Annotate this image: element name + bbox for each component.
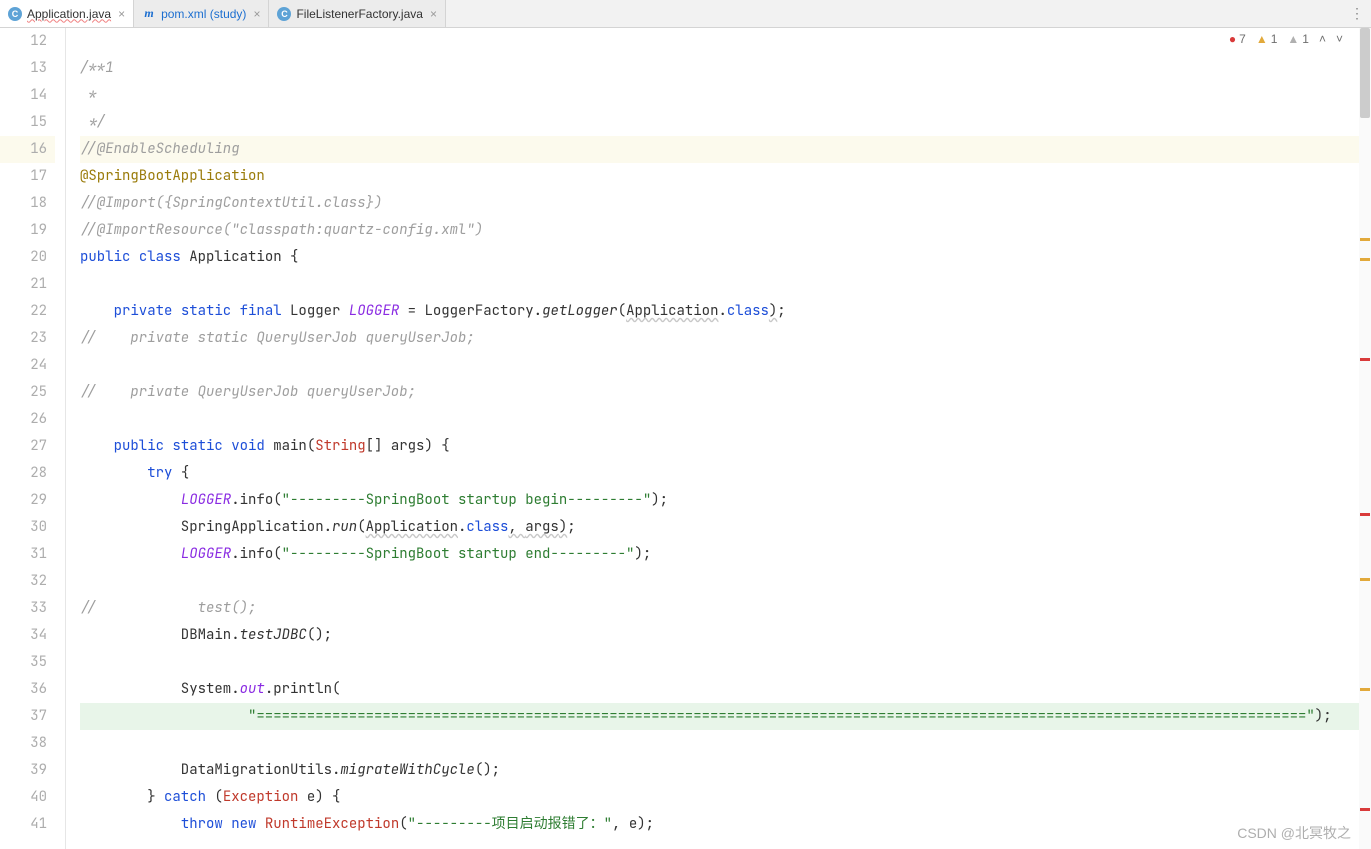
code-line[interactable] (80, 352, 1359, 379)
line-number[interactable]: 32 (0, 568, 55, 595)
code-editor[interactable]: 1213141516171819202122232425262728293031… (0, 28, 1359, 849)
line-number[interactable]: 27 (0, 433, 55, 460)
line-number[interactable]: 39 (0, 757, 55, 784)
line-number[interactable]: 18 (0, 190, 55, 217)
vertical-scrollbar[interactable] (1359, 28, 1371, 849)
code-line[interactable]: public class Application { (80, 244, 1359, 271)
line-number[interactable]: 14 (0, 82, 55, 109)
code-line[interactable]: //@ImportResource("classpath:quartz-conf… (80, 217, 1359, 244)
line-number[interactable]: 15 (0, 109, 55, 136)
line-number[interactable]: 17 (0, 163, 55, 190)
code-line[interactable]: * (80, 82, 1359, 109)
line-number[interactable]: 13 (0, 55, 55, 82)
code-line[interactable]: public static void main(String[] args) { (80, 433, 1359, 460)
line-number[interactable]: 24 (0, 352, 55, 379)
line-number[interactable]: 31 (0, 541, 55, 568)
java-class-icon: C (277, 7, 291, 21)
watermark-text: CSDN @北冥牧之 (1237, 823, 1351, 843)
close-icon[interactable]: × (253, 7, 260, 21)
line-number[interactable]: 26 (0, 406, 55, 433)
scrollbar-mark[interactable] (1360, 513, 1370, 516)
code-line[interactable] (80, 730, 1359, 757)
line-number[interactable]: 19 (0, 217, 55, 244)
scrollbar-mark[interactable] (1360, 358, 1370, 361)
line-number[interactable]: 25 (0, 379, 55, 406)
code-line[interactable]: private static final Logger LOGGER = Log… (80, 298, 1359, 325)
code-line[interactable]: /**1 (80, 55, 1359, 82)
code-line[interactable]: // test(); (80, 595, 1359, 622)
tabbar-menu-button[interactable]: ⋮ (1343, 0, 1371, 27)
line-number[interactable]: 35 (0, 649, 55, 676)
code-line[interactable]: } catch (Exception e) { (80, 784, 1359, 811)
line-number[interactable]: 40 (0, 784, 55, 811)
maven-icon: m (142, 7, 156, 21)
editor-tab-1[interactable]: m pom.xml (study) × (134, 0, 269, 27)
code-line[interactable]: System.out.println( (80, 676, 1359, 703)
code-line[interactable]: SpringApplication.run(Application.class,… (80, 514, 1359, 541)
scrollbar-thumb[interactable] (1360, 28, 1370, 118)
scrollbar-mark[interactable] (1360, 808, 1370, 811)
line-number[interactable]: 38 (0, 730, 55, 757)
code-line[interactable] (80, 406, 1359, 433)
code-line[interactable]: DBMain.testJDBC(); (80, 622, 1359, 649)
line-number[interactable]: 34 (0, 622, 55, 649)
line-number[interactable]: 29 (0, 487, 55, 514)
tab-label: pom.xml (study) (161, 7, 246, 21)
code-line[interactable]: //@EnableScheduling (80, 136, 1359, 163)
editor-tabbar: C Application.java × m pom.xml (study) × C File… (0, 0, 1371, 28)
line-number[interactable]: 37 (0, 703, 55, 730)
line-number[interactable]: 21 (0, 271, 55, 298)
code-content-area[interactable]: /**1 * *///@EnableScheduling@SpringBootA… (80, 28, 1359, 849)
fold-gutter[interactable] (55, 28, 80, 849)
line-number[interactable]: 30 (0, 514, 55, 541)
line-number[interactable]: 41 (0, 811, 55, 838)
code-line[interactable]: // private static QueryUserJob queryUser… (80, 325, 1359, 352)
line-number[interactable]: 16 (0, 136, 55, 163)
line-number-gutter[interactable]: 1213141516171819202122232425262728293031… (0, 28, 55, 849)
tab-label: Application.java (27, 7, 111, 21)
scrollbar-mark[interactable] (1360, 578, 1370, 581)
code-line[interactable]: LOGGER.info("---------SpringBoot startup… (80, 541, 1359, 568)
code-line[interactable]: @SpringBootApplication (80, 163, 1359, 190)
code-line[interactable]: */ (80, 109, 1359, 136)
line-number[interactable]: 23 (0, 325, 55, 352)
code-line[interactable]: "=======================================… (80, 703, 1359, 730)
tab-label: FileListenerFactory.java (296, 7, 423, 21)
java-class-icon: C (8, 7, 22, 21)
line-number[interactable]: 28 (0, 460, 55, 487)
code-line[interactable]: throw new RuntimeException("---------项目启… (80, 811, 1359, 838)
scrollbar-mark[interactable] (1360, 238, 1370, 241)
editor-tab-0[interactable]: C Application.java × (0, 0, 134, 27)
line-number[interactable]: 22 (0, 298, 55, 325)
code-line[interactable]: //@Import({SpringContextUtil.class}) (80, 190, 1359, 217)
editor-tab-2[interactable]: C FileListenerFactory.java × (269, 0, 446, 27)
code-line[interactable]: LOGGER.info("---------SpringBoot startup… (80, 487, 1359, 514)
code-line[interactable] (80, 568, 1359, 595)
line-number[interactable]: 36 (0, 676, 55, 703)
code-line[interactable]: // private QueryUserJob queryUserJob; (80, 379, 1359, 406)
line-number[interactable]: 20 (0, 244, 55, 271)
line-number[interactable]: 33 (0, 595, 55, 622)
close-icon[interactable]: × (430, 7, 437, 21)
code-line[interactable] (80, 649, 1359, 676)
code-line[interactable]: DataMigrationUtils.migrateWithCycle(); (80, 757, 1359, 784)
code-line[interactable] (80, 28, 1359, 55)
scrollbar-mark[interactable] (1360, 688, 1370, 691)
line-number[interactable]: 12 (0, 28, 55, 55)
scrollbar-mark[interactable] (1360, 258, 1370, 261)
close-icon[interactable]: × (118, 7, 125, 21)
code-line[interactable] (80, 271, 1359, 298)
code-line[interactable]: try { (80, 460, 1359, 487)
